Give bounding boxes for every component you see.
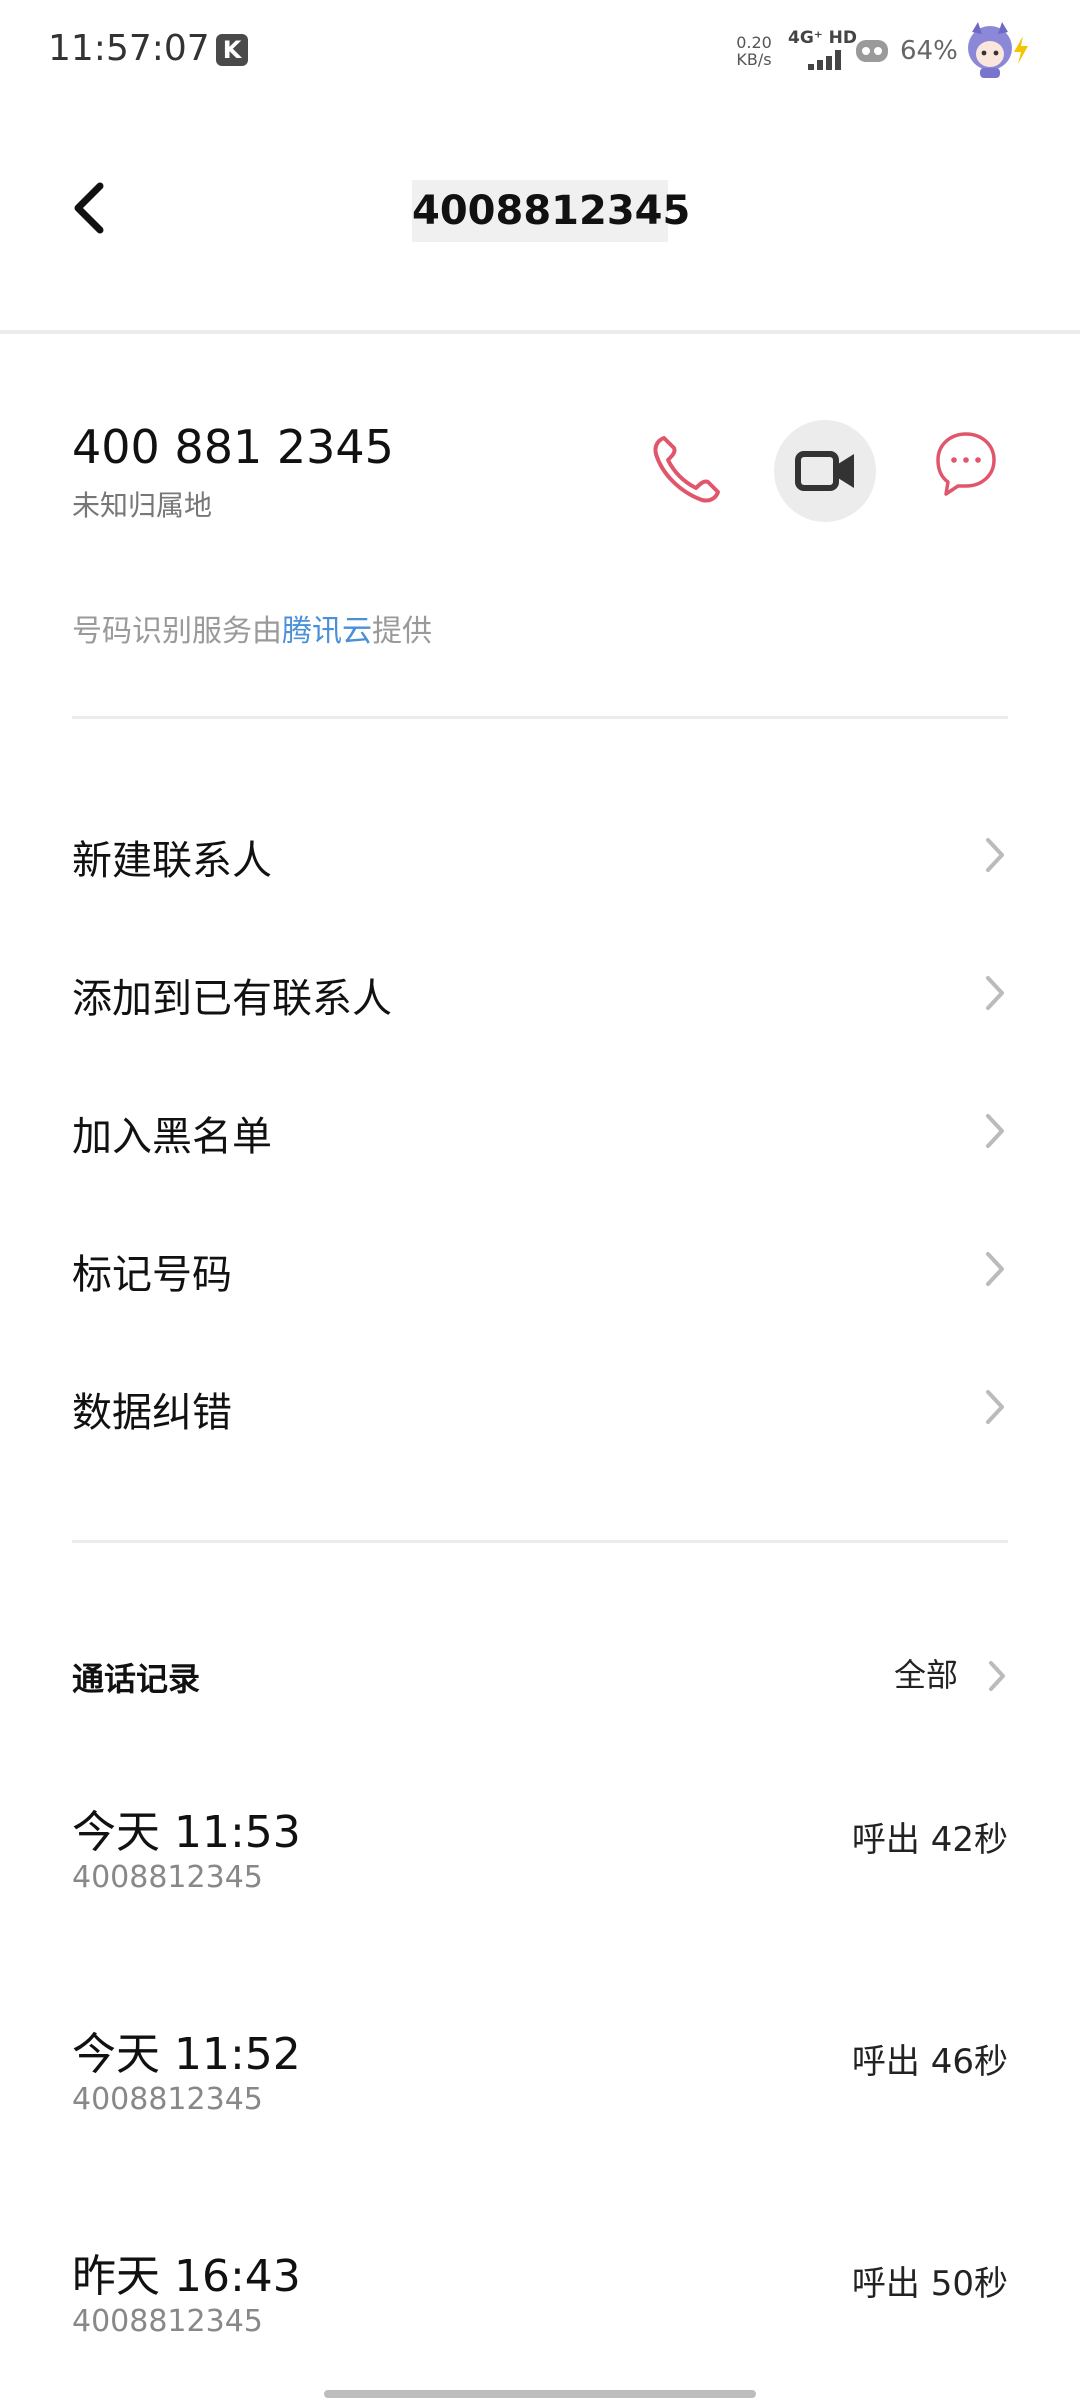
data-correction-row[interactable]: 数据纠错 (72, 1352, 1008, 1462)
phone-icon[interactable] (646, 430, 726, 510)
action-label: 数据纠错 (72, 1390, 232, 1436)
chevron-right-icon[interactable] (986, 1658, 1008, 1694)
call-time: 今天 11:52 (72, 2029, 301, 2080)
header-divider (0, 330, 1080, 334)
provider-brand-link[interactable]: 腾讯云 (282, 614, 372, 649)
avatar-sticker-icon (968, 22, 1012, 78)
call-direction-duration: 呼出 46秒 (851, 2042, 1008, 2082)
home-indicator[interactable] (324, 2390, 756, 2398)
charging-bolt-icon (1014, 36, 1028, 64)
call-time: 昨天 16:43 (72, 2251, 301, 2302)
call-number: 4008812345 (72, 2082, 263, 2117)
call-log-entry[interactable]: 今天 11:53 4008812345 呼出 42秒 (72, 1796, 1008, 1946)
call-log-all-link[interactable]: 全部 (894, 1650, 958, 1696)
new-contact-row[interactable]: 新建联系人 (72, 800, 1008, 910)
phone-number: 400 881 2345 (72, 420, 394, 474)
chevron-right-icon (986, 1252, 1004, 1286)
action-label: 添加到已有联系人 (72, 976, 392, 1022)
provider-prefix: 号码识别服务由 (72, 614, 282, 649)
call-log-title: 通话记录 (72, 1660, 201, 1698)
page-title: 4008812345 (412, 180, 690, 242)
call-direction-duration: 呼出 50秒 (851, 2264, 1008, 2304)
chevron-right-icon (986, 838, 1004, 872)
battery-level: 64% (900, 36, 958, 66)
action-label: 新建联系人 (72, 838, 272, 884)
call-direction-duration: 呼出 42秒 (851, 1820, 1008, 1860)
section-divider (72, 716, 1008, 719)
add-to-blacklist-row[interactable]: 加入黑名单 (72, 1076, 1008, 1186)
action-label: 加入黑名单 (72, 1114, 272, 1160)
mark-number-row[interactable]: 标记号码 (72, 1214, 1008, 1324)
network-type-label: 4G⁺ HD (788, 28, 858, 48)
network-speed-unit: KB/s (736, 50, 772, 69)
message-bubble-icon[interactable] (932, 430, 1000, 498)
back-arrow-icon[interactable] (62, 178, 116, 238)
status-time: 11:57:07 (48, 28, 210, 69)
signal-strength-icon (808, 50, 841, 70)
provider-suffix: 提供 (372, 614, 432, 649)
call-number: 4008812345 (72, 2304, 263, 2339)
call-log-entry[interactable]: 今天 11:52 4008812345 呼出 46秒 (72, 2018, 1008, 2168)
section-divider (72, 1540, 1008, 1543)
video-camera-icon (795, 451, 854, 491)
call-log-entry[interactable]: 昨天 16:43 4008812345 呼出 50秒 (72, 2240, 1008, 2390)
game-mode-icon (856, 40, 888, 62)
number-provider-note: 号码识别服务由腾讯云提供 (72, 606, 432, 650)
network-speed-value: 0.20 (736, 33, 772, 52)
action-label: 标记号码 (72, 1252, 232, 1298)
call-number: 4008812345 (72, 1860, 263, 1895)
number-location: 未知归属地 (72, 489, 213, 522)
chevron-right-icon (986, 1390, 1004, 1424)
call-time: 今天 11:53 (72, 1807, 301, 1858)
add-to-existing-contact-row[interactable]: 添加到已有联系人 (72, 938, 1008, 1048)
video-call-button[interactable] (774, 420, 876, 522)
chevron-right-icon (986, 976, 1004, 1010)
chevron-right-icon (986, 1114, 1004, 1148)
network-speed: 0.20 KB/s (734, 34, 774, 68)
app-notification-icon: K (216, 34, 248, 66)
